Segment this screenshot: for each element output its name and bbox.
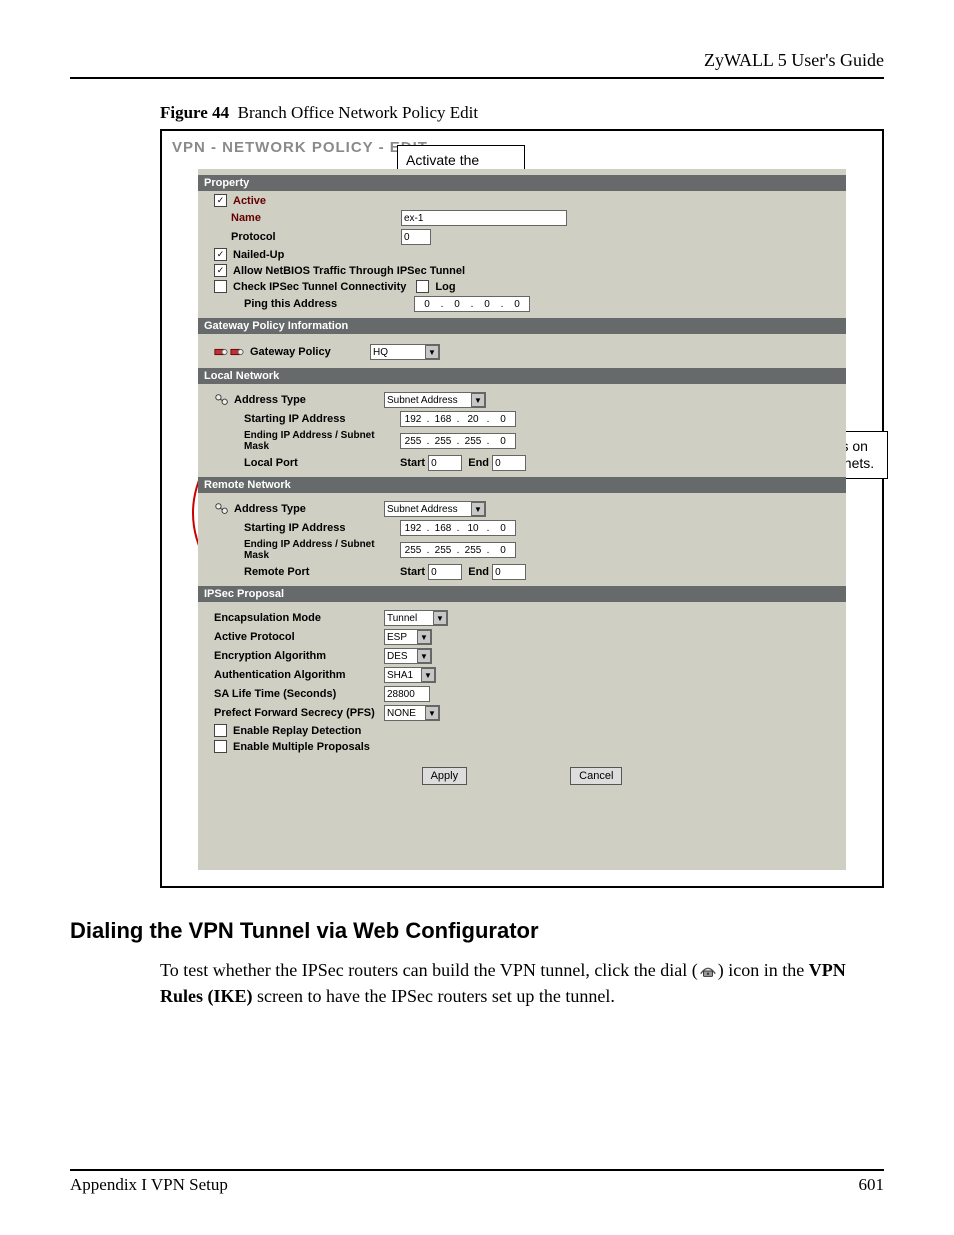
local-addrtype-select[interactable]: Subnet Address▼ — [384, 392, 486, 408]
protocol-label: Protocol — [231, 231, 401, 243]
remote-port-start-lbl: Start — [400, 566, 425, 578]
panel-body: Property ✓Active Nameex-1 Protocol0 ✓Nai… — [198, 169, 846, 870]
figure-caption: Figure 44 Branch Office Network Policy E… — [160, 103, 884, 123]
chevron-down-icon: ▼ — [471, 502, 485, 516]
page-footer: Appendix I VPN Setup 601 — [70, 1161, 884, 1195]
remote-port-end-input[interactable]: 0 — [492, 564, 526, 580]
checkconn-label: Check IPSec Tunnel Connectivity — [233, 281, 406, 293]
footer-page-number: 601 — [859, 1175, 885, 1195]
figure-caption-text: Branch Office Network Policy Edit — [238, 103, 478, 122]
local-end-ip-input[interactable]: 255.255.255.0 — [400, 433, 516, 449]
remote-start-ip-input[interactable]: 192.168.10.0 — [400, 520, 516, 536]
figure-box: VPN - NETWORK POLICY - EDIT Activate the… — [160, 129, 884, 888]
protocol-input[interactable]: 0 — [401, 229, 431, 245]
chevron-down-icon: ▼ — [425, 345, 439, 359]
local-addrtype-label: Address Type — [234, 394, 384, 406]
section-gateway: Gateway Policy Information — [198, 318, 846, 334]
nailed-label: Nailed-Up — [233, 249, 403, 261]
header-guide: ZyWALL 5 User's Guide — [70, 50, 884, 77]
local-port-label: Local Port — [244, 457, 400, 469]
section-property: Property — [198, 175, 846, 191]
figure-label: Figure 44 — [160, 103, 229, 122]
panel-title: VPN - NETWORK POLICY - EDIT — [172, 139, 882, 156]
pfs-select[interactable]: NONE▼ — [384, 705, 440, 721]
chevron-down-icon: ▼ — [471, 393, 485, 407]
remote-addrtype-label: Address Type — [234, 503, 384, 515]
pfs-label: Prefect Forward Secrecy (PFS) — [214, 707, 384, 719]
local-port-end-input[interactable]: 0 — [492, 455, 526, 471]
dial-icon — [698, 960, 718, 984]
section-local: Local Network — [198, 368, 846, 384]
active-checkbox[interactable]: ✓ — [214, 194, 227, 207]
remote-end-ip-input[interactable]: 255.255.255.0 — [400, 542, 516, 558]
remote-port-end-lbl: End — [468, 566, 489, 578]
local-end-label: Ending IP Address / Subnet Mask — [244, 430, 400, 452]
netbios-label: Allow NetBIOS Traffic Through IPSec Tunn… — [233, 265, 465, 277]
replay-label: Enable Replay Detection — [233, 725, 361, 737]
gateway-pair-icon — [214, 346, 244, 358]
local-port-start-input[interactable]: 0 — [428, 455, 462, 471]
cancel-button[interactable]: Cancel — [570, 767, 622, 785]
ping-label: Ping this Address — [244, 298, 414, 310]
remote-addrtype-select[interactable]: Subnet Address▼ — [384, 501, 486, 517]
name-input[interactable]: ex-1 — [401, 210, 567, 226]
life-label: SA Life Time (Seconds) — [214, 688, 384, 700]
gateway-select[interactable]: HQ▼ — [370, 344, 440, 360]
footer-left: Appendix I VPN Setup — [70, 1175, 228, 1195]
encap-select[interactable]: Tunnel▼ — [384, 610, 448, 626]
auth-select[interactable]: SHA1▼ — [384, 667, 436, 683]
enc-label: Encryption Algorithm — [214, 650, 384, 662]
local-network-icon — [214, 393, 230, 407]
log-label: Log — [435, 281, 455, 293]
section-heading: Dialing the VPN Tunnel via Web Configura… — [70, 918, 884, 944]
chevron-down-icon: ▼ — [433, 611, 447, 625]
ping-ip-input[interactable]: 0.0.0.0 — [414, 296, 530, 312]
auth-label: Authentication Algorithm — [214, 669, 384, 681]
remote-start-label: Starting IP Address — [244, 522, 400, 534]
enc-select[interactable]: DES▼ — [384, 648, 432, 664]
section-ipsec: IPSec Proposal — [198, 586, 846, 602]
local-port-start-lbl: Start — [400, 457, 425, 469]
local-start-label: Starting IP Address — [244, 413, 400, 425]
multi-checkbox[interactable] — [214, 740, 227, 753]
remote-port-start-input[interactable]: 0 — [428, 564, 462, 580]
checkconn-checkbox[interactable] — [214, 280, 227, 293]
proto-label: Active Protocol — [214, 631, 384, 643]
name-label: Name — [231, 212, 401, 224]
replay-checkbox[interactable] — [214, 724, 227, 737]
remote-port-label: Remote Port — [244, 566, 400, 578]
local-port-end-lbl: End — [468, 457, 489, 469]
chevron-down-icon: ▼ — [417, 630, 431, 644]
log-checkbox[interactable] — [416, 280, 429, 293]
section-remote: Remote Network — [198, 477, 846, 493]
chevron-down-icon: ▼ — [417, 649, 431, 663]
local-start-ip-input[interactable]: 192.168.20.0 — [400, 411, 516, 427]
life-input[interactable]: 28800 — [384, 686, 430, 702]
gateway-label: Gateway Policy — [250, 346, 370, 358]
remote-network-icon — [214, 502, 230, 516]
netbios-checkbox[interactable]: ✓ — [214, 264, 227, 277]
active-label: Active — [233, 195, 403, 207]
encap-label: Encapsulation Mode — [214, 612, 384, 624]
chevron-down-icon: ▼ — [421, 668, 435, 682]
chevron-down-icon: ▼ — [425, 706, 439, 720]
proto-select[interactable]: ESP▼ — [384, 629, 432, 645]
body-paragraph: To test whether the IPSec routers can bu… — [160, 958, 884, 1008]
remote-end-label: Ending IP Address / Subnet Mask — [244, 539, 400, 561]
apply-button[interactable]: Apply — [422, 767, 468, 785]
nailed-checkbox[interactable]: ✓ — [214, 248, 227, 261]
multi-label: Enable Multiple Proposals — [233, 741, 370, 753]
header-rule — [70, 77, 884, 79]
footer-rule — [70, 1169, 884, 1171]
